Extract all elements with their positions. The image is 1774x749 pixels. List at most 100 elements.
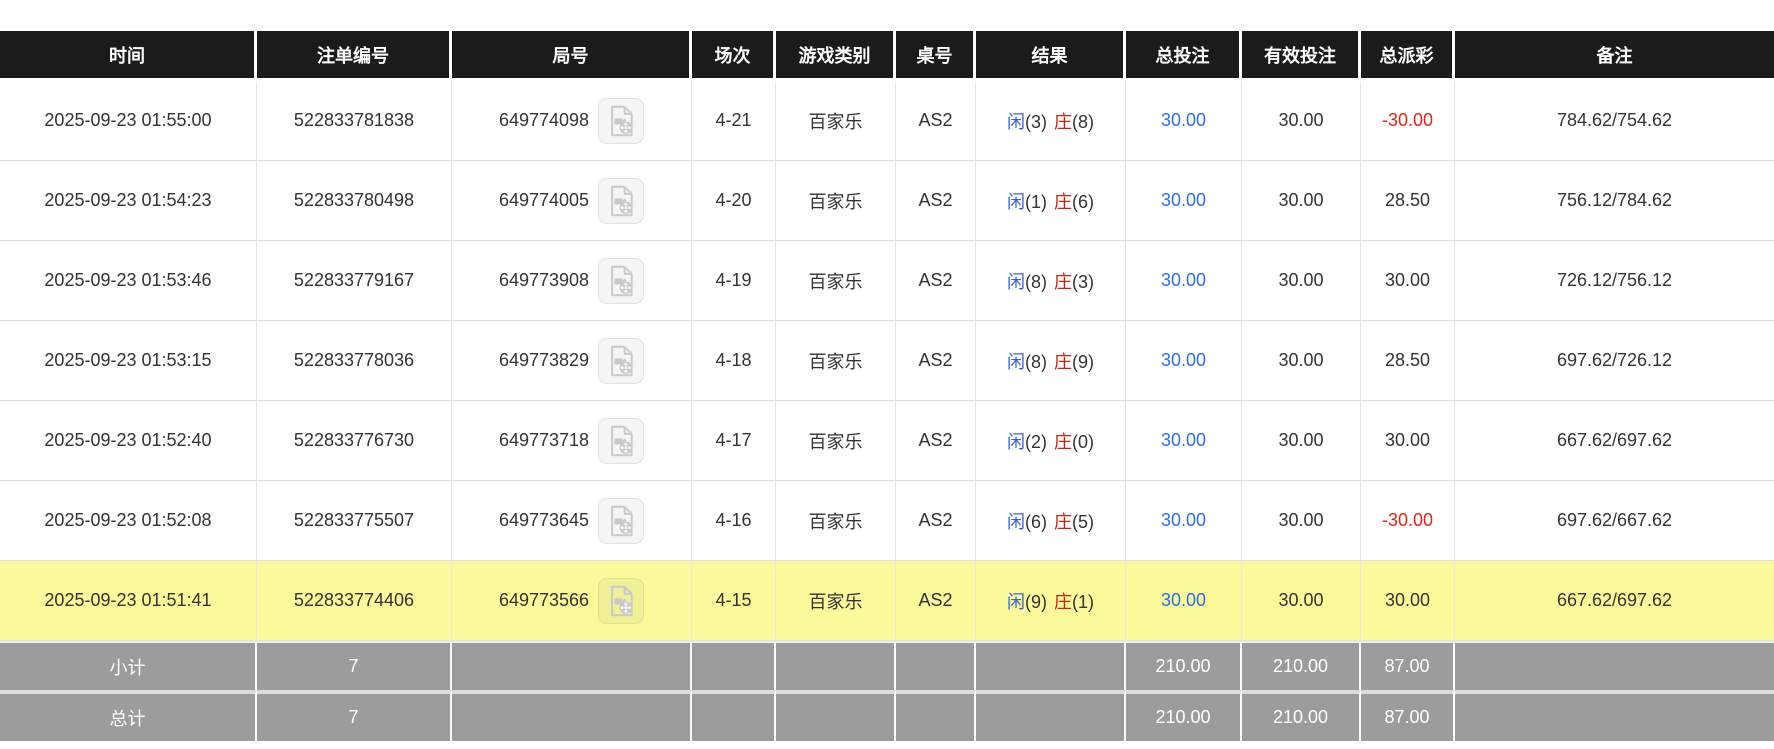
cell-game-type: 百家乐 — [776, 481, 896, 561]
result-banker-value: (0) — [1072, 431, 1094, 452]
round-id-text: 649774005 — [498, 190, 590, 210]
cell-table-no: AS2 — [896, 481, 976, 561]
cell-time: 2025-09-23 01:52:40 — [0, 401, 257, 481]
result-banker-value: (3) — [1072, 271, 1094, 292]
col-header-game-type: 游戏类别 — [776, 31, 896, 81]
subtotal-total-bet: 210.00 — [1126, 641, 1242, 690]
subtotal-empty-note — [1455, 641, 1774, 690]
subtotal-row: 小计 7 210.00 210.00 87.00 — [0, 641, 1774, 690]
cell-total-bet: 30.00 — [1126, 321, 1242, 401]
round-id-text: 649774098 — [498, 110, 590, 130]
grand-total-count: 7 — [257, 690, 452, 741]
video-file-icon — [611, 185, 633, 216]
cell-result: 闲(6) 庄(5) — [976, 481, 1126, 561]
cell-valid-bet: 30.00 — [1242, 401, 1361, 481]
cell-game-type: 百家乐 — [776, 161, 896, 241]
round-id-text: 649773718 — [498, 430, 590, 450]
col-header-table-no: 桌号 — [896, 31, 976, 81]
cell-session: 4-16 — [692, 481, 776, 561]
cell-table-no: AS2 — [896, 561, 976, 641]
cell-round-id: 649774005 — [452, 161, 692, 241]
video-replay-button[interactable] — [598, 97, 645, 144]
col-header-round-id: 局号 — [452, 31, 692, 81]
cell-round-id: 649773829 — [452, 321, 692, 401]
video-file-icon — [611, 345, 633, 376]
cell-time: 2025-09-23 01:52:08 — [0, 481, 257, 561]
cell-payout: 30.00 — [1361, 241, 1455, 321]
subtotal-empty-session — [692, 641, 776, 690]
result-banker-label: 庄 — [1054, 511, 1072, 532]
cell-valid-bet: 30.00 — [1242, 481, 1361, 561]
col-header-result: 结果 — [976, 31, 1126, 81]
video-replay-button[interactable] — [598, 337, 645, 384]
result-banker-label: 庄 — [1054, 271, 1072, 292]
cell-payout: 28.50 — [1361, 321, 1455, 401]
grand-total-empty-result — [976, 690, 1126, 741]
col-header-note: 备注 — [1455, 31, 1774, 81]
result-banker-label: 庄 — [1054, 351, 1072, 372]
subtotal-empty-round — [452, 641, 692, 690]
round-id-text: 649773645 — [498, 510, 590, 530]
cell-game-type: 百家乐 — [776, 561, 896, 641]
cell-round-id: 649774098 — [452, 81, 692, 161]
cell-time: 2025-09-23 01:54:23 — [0, 161, 257, 241]
video-file-icon — [611, 585, 633, 616]
result-banker-label: 庄 — [1054, 591, 1072, 612]
result-banker-label: 庄 — [1054, 191, 1072, 212]
table-row: 2025-09-23 01:53:46 522833779167 6497739… — [0, 241, 1774, 321]
cell-note: 697.62/726.12 — [1455, 321, 1774, 401]
video-replay-button[interactable] — [598, 577, 645, 624]
col-header-payout: 总派彩 — [1361, 31, 1455, 81]
cell-valid-bet: 30.00 — [1242, 561, 1361, 641]
col-header-session: 场次 — [692, 31, 776, 81]
result-player-label: 闲 — [1007, 431, 1025, 452]
cell-order-id: 522833775507 — [257, 481, 452, 561]
cell-note: 726.12/756.12 — [1455, 241, 1774, 321]
cell-total-bet: 30.00 — [1126, 481, 1242, 561]
grand-total-total-bet: 210.00 — [1126, 690, 1242, 741]
subtotal-empty-table — [896, 641, 976, 690]
result-banker-label: 庄 — [1054, 111, 1072, 132]
cell-payout: -30.00 — [1361, 481, 1455, 561]
cell-payout: 30.00 — [1361, 401, 1455, 481]
result-banker-value: (9) — [1072, 351, 1094, 372]
table-row: 2025-09-23 01:55:00 522833781838 6497740… — [0, 81, 1774, 161]
cell-payout: 30.00 — [1361, 561, 1455, 641]
grand-total-row: 总计 7 210.00 210.00 87.00 — [0, 690, 1774, 741]
video-replay-button[interactable] — [598, 497, 645, 544]
result-banker-label: 庄 — [1054, 431, 1072, 452]
video-file-icon — [611, 265, 633, 296]
cell-total-bet: 30.00 — [1126, 161, 1242, 241]
result-banker-value: (5) — [1072, 511, 1094, 532]
cell-total-bet: 30.00 — [1126, 81, 1242, 161]
cell-valid-bet: 30.00 — [1242, 321, 1361, 401]
cell-time: 2025-09-23 01:51:41 — [0, 561, 257, 641]
cell-note: 667.62/697.62 — [1455, 561, 1774, 641]
bet-records-panel: 时间 注单编号 局号 场次 游戏类别 桌号 结果 总投注 有效投注 总派彩 备注… — [0, 0, 1774, 741]
col-header-valid-bet: 有效投注 — [1242, 31, 1361, 81]
grand-total-label: 总计 — [0, 690, 257, 741]
cell-order-id: 522833774406 — [257, 561, 452, 641]
cell-total-bet: 30.00 — [1126, 561, 1242, 641]
result-player-value: (2) — [1025, 431, 1047, 452]
cell-time: 2025-09-23 01:55:00 — [0, 81, 257, 161]
cell-round-id: 649773718 — [452, 401, 692, 481]
cell-result: 闲(3) 庄(8) — [976, 81, 1126, 161]
cell-valid-bet: 30.00 — [1242, 241, 1361, 321]
cell-session: 4-17 — [692, 401, 776, 481]
cell-session: 4-19 — [692, 241, 776, 321]
cell-table-no: AS2 — [896, 161, 976, 241]
subtotal-empty-result — [976, 641, 1126, 690]
header-row: 时间 注单编号 局号 场次 游戏类别 桌号 结果 总投注 有效投注 总派彩 备注 — [0, 31, 1774, 81]
video-replay-button[interactable] — [598, 257, 645, 304]
cell-session: 4-21 — [692, 81, 776, 161]
video-replay-button[interactable] — [598, 177, 645, 224]
video-replay-button[interactable] — [598, 417, 645, 464]
result-player-value: (9) — [1025, 591, 1047, 612]
cell-note: 784.62/754.62 — [1455, 81, 1774, 161]
result-player-label: 闲 — [1007, 191, 1025, 212]
table-row: 2025-09-23 01:53:15 522833778036 6497738… — [0, 321, 1774, 401]
cell-total-bet: 30.00 — [1126, 241, 1242, 321]
subtotal-label: 小计 — [0, 641, 257, 690]
cell-result: 闲(9) 庄(1) — [976, 561, 1126, 641]
